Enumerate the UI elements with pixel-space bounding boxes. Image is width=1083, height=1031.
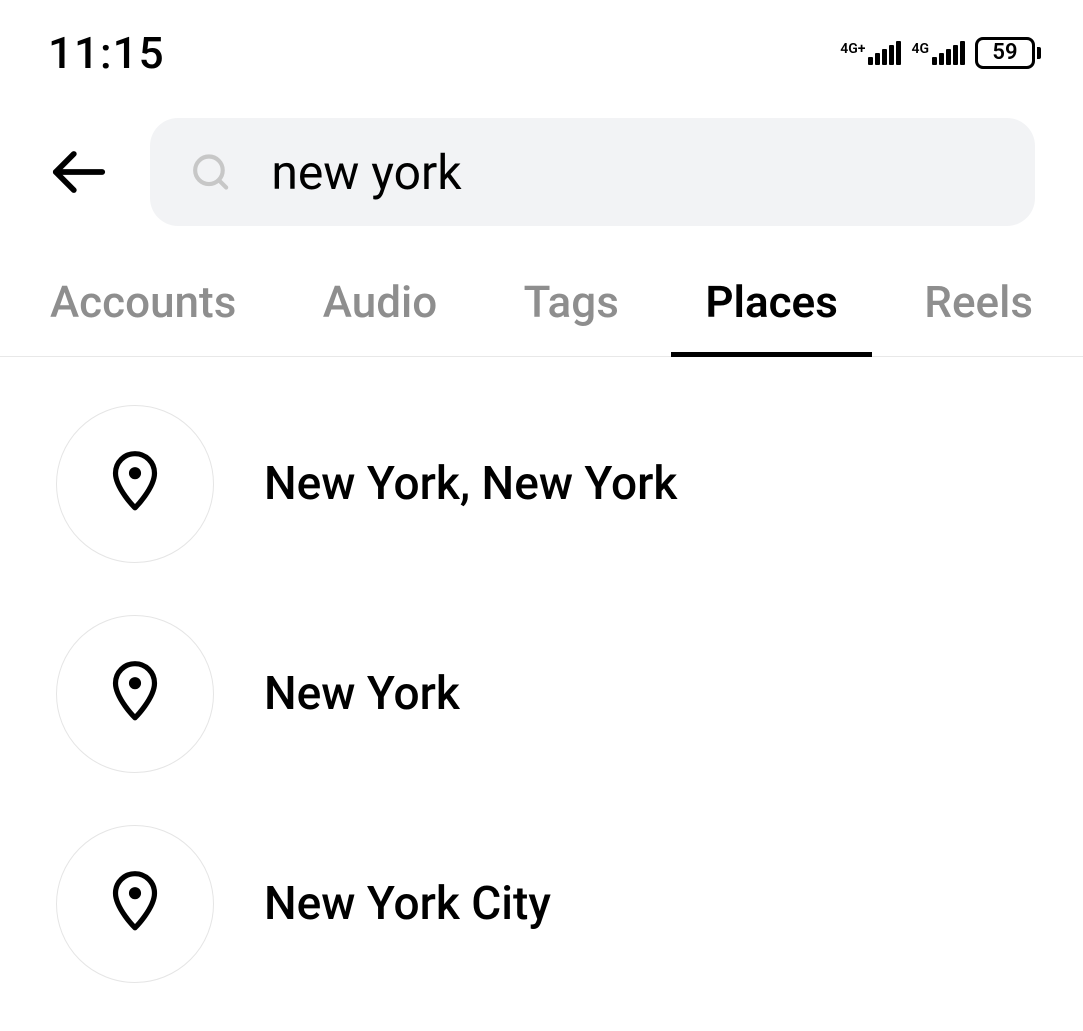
location-pin-icon [56,615,214,773]
signal-bars-icon [868,41,901,65]
signal-indicator-1: 4G+ [840,41,901,65]
search-tabs: Accounts Audio Tags Places Reels [0,246,1083,357]
search-header [0,90,1083,246]
signal-indicator-2: 4G [911,41,965,65]
tab-places[interactable]: Places [695,276,848,356]
tab-tags[interactable]: Tags [514,276,629,356]
location-pin-icon [56,405,214,563]
place-result[interactable]: New York City [56,799,1027,1009]
status-bar: 11:15 4G+ 4G 59 [0,0,1083,90]
status-indicators: 4G+ 4G 59 [840,37,1041,69]
search-results: New York, New York New York New York Cit… [0,357,1083,1031]
place-result[interactable]: New York [56,589,1027,799]
place-result[interactable]: New York, New York [56,379,1027,589]
tab-accounts[interactable]: Accounts [40,276,246,356]
arrow-left-icon [48,141,110,203]
place-result-label: New York City [264,877,551,931]
place-result-label: New York, New York [264,457,677,511]
status-time: 11:15 [48,27,165,79]
location-pin-icon [56,825,214,983]
search-icon [190,149,231,195]
tab-reels[interactable]: Reels [914,276,1043,356]
place-result-label: New York [264,667,460,721]
signal-bars-icon [932,41,965,65]
battery-indicator: 59 [975,37,1041,69]
search-field[interactable] [150,118,1035,226]
search-input[interactable] [271,144,995,201]
back-button[interactable] [48,141,110,203]
battery-level: 59 [975,37,1035,69]
tab-audio[interactable]: Audio [313,276,447,356]
